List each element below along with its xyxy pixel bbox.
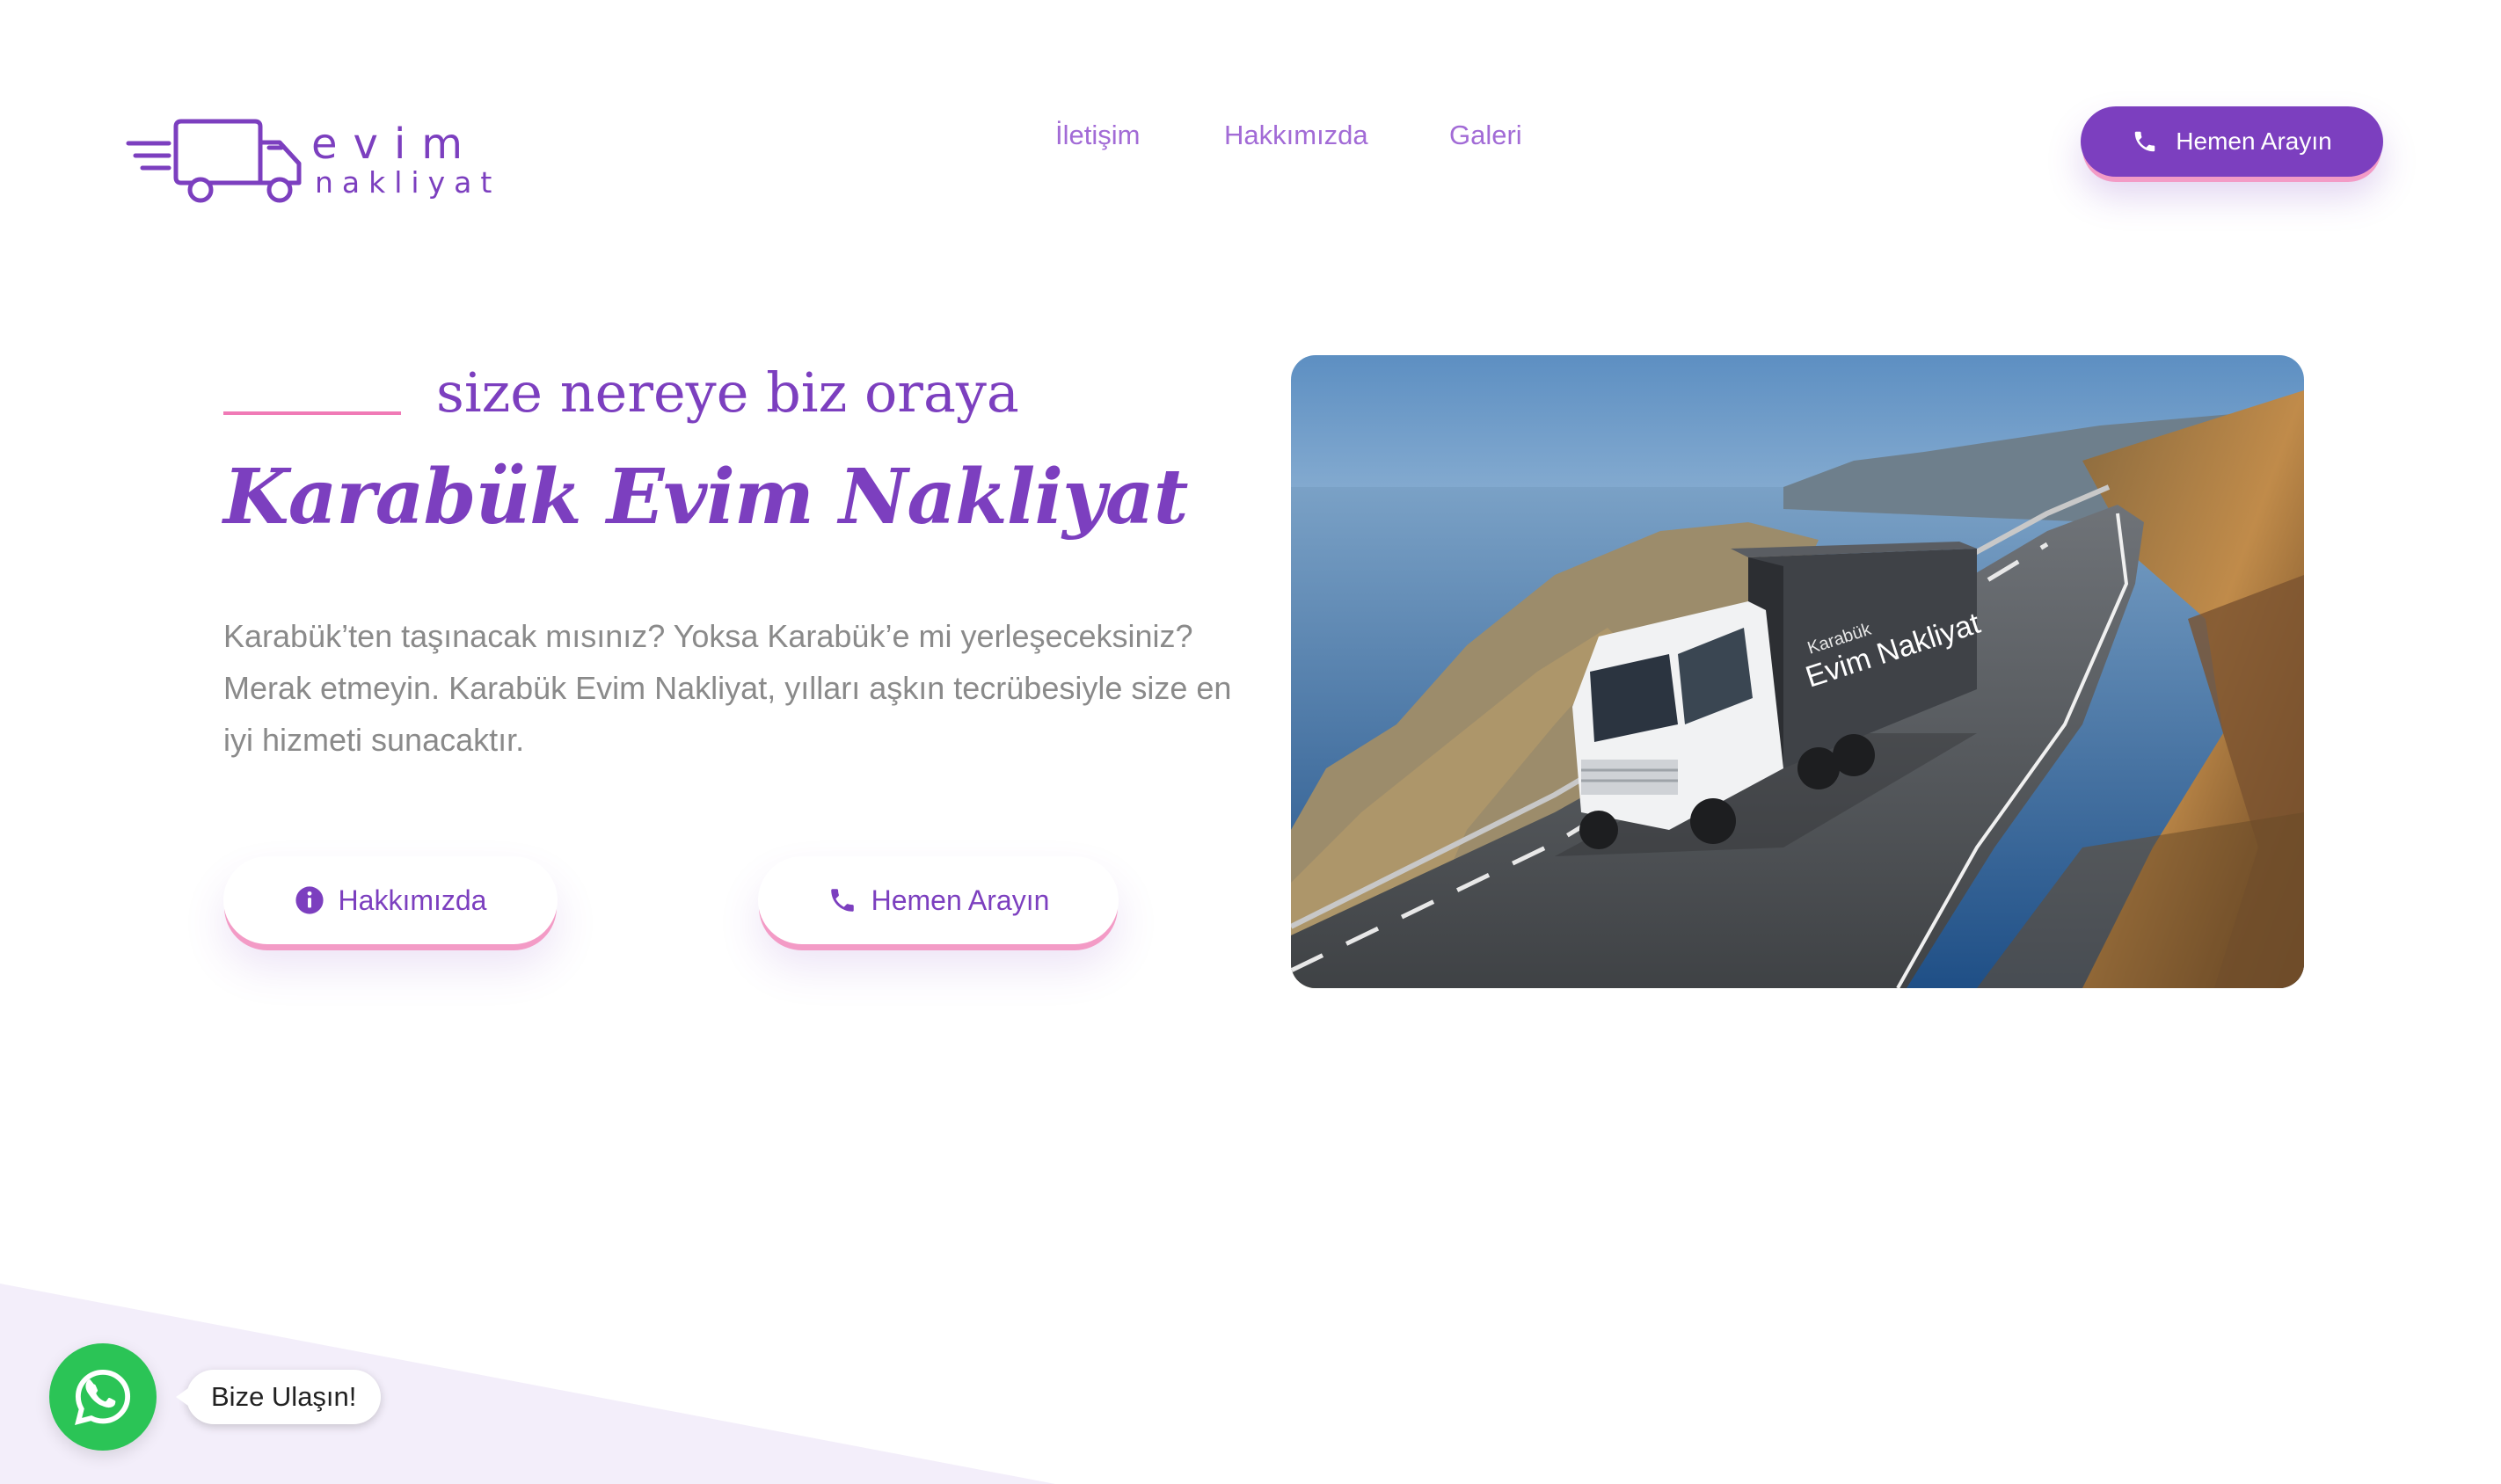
hero-call-button[interactable]: Hemen Arayın	[758, 856, 1119, 944]
hero-description: Karabük’ten taşınacak mısınız? Yoksa Kar…	[223, 618, 1232, 758]
header-call-button[interactable]: Hemen Arayın	[2081, 106, 2383, 177]
brand-word-top: evim	[311, 120, 479, 169]
whatsapp-label[interactable]: Bize Ulaşın!	[175, 1370, 382, 1424]
hero-tagline: size nereye biz oraya	[436, 360, 1019, 425]
phone-icon	[830, 889, 854, 912]
hero-title: Karabük Evim Nakliyat	[223, 453, 1188, 542]
hero-truck-image: Karabük Evim Nakliyat	[1291, 355, 2304, 988]
brand-logo[interactable]: evim nakliyat	[123, 113, 492, 205]
nav-item-hakkimizda[interactable]: Hakkımızda	[1224, 120, 1368, 151]
truck-logo-icon	[126, 119, 302, 203]
brand-word-bottom: nakliyat	[315, 165, 501, 200]
nav-item-iletisim[interactable]: İletişim	[1055, 120, 1140, 151]
tagline-divider	[223, 411, 401, 415]
about-button-label: Hakkımızda	[338, 884, 487, 916]
hero-call-label: Hemen Arayın	[871, 884, 1050, 916]
background-wedge	[0, 1284, 1055, 1484]
about-button[interactable]: Hakkımızda	[223, 856, 558, 944]
nav-item-galeri[interactable]: Galeri	[1449, 120, 1522, 151]
header-call-label: Hemen Arayın	[2176, 127, 2332, 155]
info-icon	[295, 886, 324, 914]
phone-icon	[2135, 131, 2155, 152]
whatsapp-button[interactable]	[49, 1343, 157, 1451]
whatsapp-icon	[75, 1369, 131, 1425]
